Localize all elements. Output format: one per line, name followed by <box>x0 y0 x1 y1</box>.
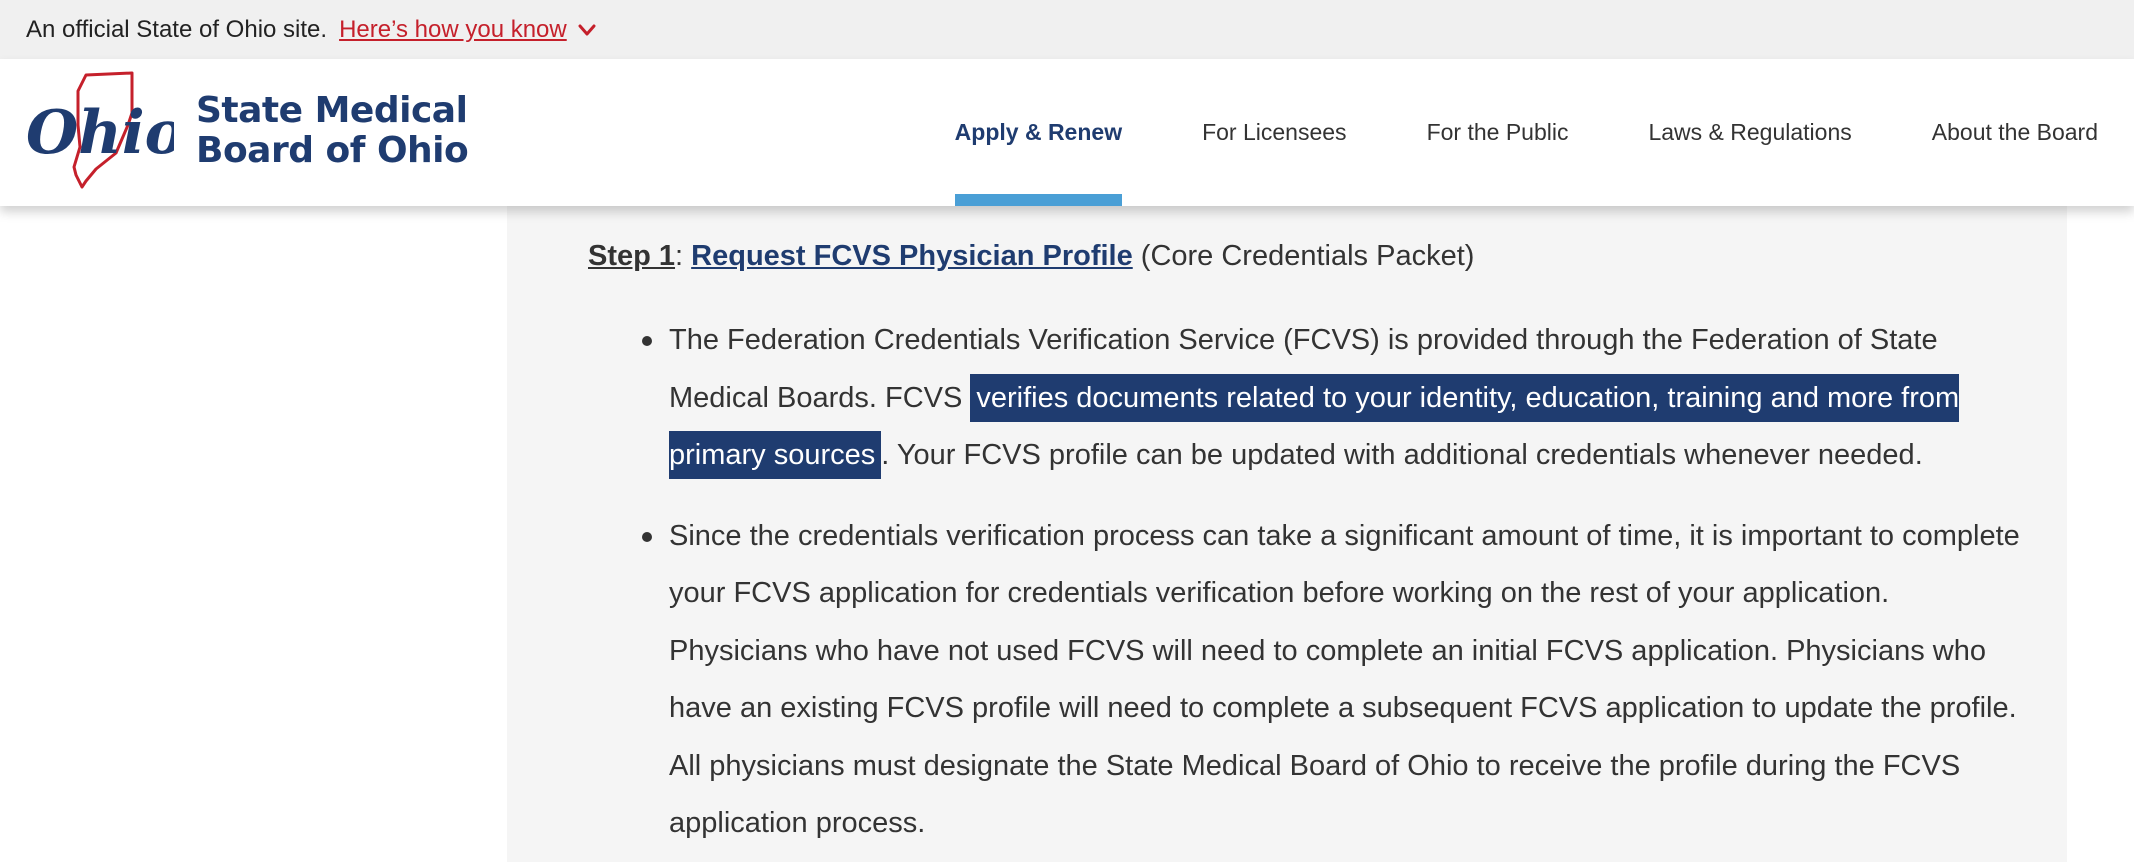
active-nav-indicator <box>954 194 1123 206</box>
list-item: The Federation Credentials Verification … <box>588 312 2028 485</box>
request-fcvs-profile-link[interactable]: Request FCVS Physician Profile <box>691 240 1133 272</box>
nav-label: For Licensees <box>1202 119 1347 145</box>
nav-item-for-the-public[interactable]: For the Public <box>1387 59 1609 206</box>
step-colon: : <box>675 240 684 272</box>
brand-line-1: State Medical <box>196 90 468 131</box>
brand-line-2: Board of Ohio <box>196 130 469 171</box>
nav-label: Laws & Regulations <box>1648 119 1852 145</box>
site-header: Ohio State Medical Board of Ohio Apply &… <box>0 59 2134 206</box>
nav-item-for-licensees[interactable]: For Licensees <box>1162 59 1386 206</box>
heres-how-you-know-link[interactable]: Here’s how you know <box>339 16 567 44</box>
step-suffix: (Core Credentials Packet) <box>1132 240 1475 272</box>
nav-item-apply-renew[interactable]: Apply & Renew <box>915 59 1162 206</box>
ohio-logo[interactable]: Ohio <box>24 69 174 195</box>
nav-label: For the Public <box>1426 119 1569 145</box>
bullet-text: . Your FCVS profile can be updated with … <box>881 439 1923 471</box>
nav-item-about-the-board[interactable]: About the Board <box>1892 59 2134 206</box>
svg-text:Ohio: Ohio <box>26 98 174 168</box>
nav-label: About the Board <box>1931 119 2098 145</box>
step-heading: Step 1: Request FCVS Physician Profile (… <box>588 240 1474 273</box>
nav-label: Apply & Renew <box>954 119 1123 145</box>
official-site-banner: An official State of Ohio site. Here’s h… <box>0 0 2134 59</box>
brand-name[interactable]: State Medical Board of Ohio <box>196 90 469 171</box>
step-number[interactable]: Step 1 <box>588 240 675 272</box>
bullet-text: Since the credentials verification proce… <box>669 519 2020 840</box>
chevron-down-icon[interactable] <box>577 20 597 40</box>
main-nav: Apply & Renew For Licensees For the Publ… <box>915 59 2134 206</box>
nav-item-laws-regulations[interactable]: Laws & Regulations <box>1608 59 1891 206</box>
step-bullet-list: The Federation Credentials Verification … <box>588 312 2028 862</box>
official-site-text: An official State of Ohio site. <box>26 15 328 43</box>
list-item: Since the credentials verification proce… <box>588 508 2028 853</box>
